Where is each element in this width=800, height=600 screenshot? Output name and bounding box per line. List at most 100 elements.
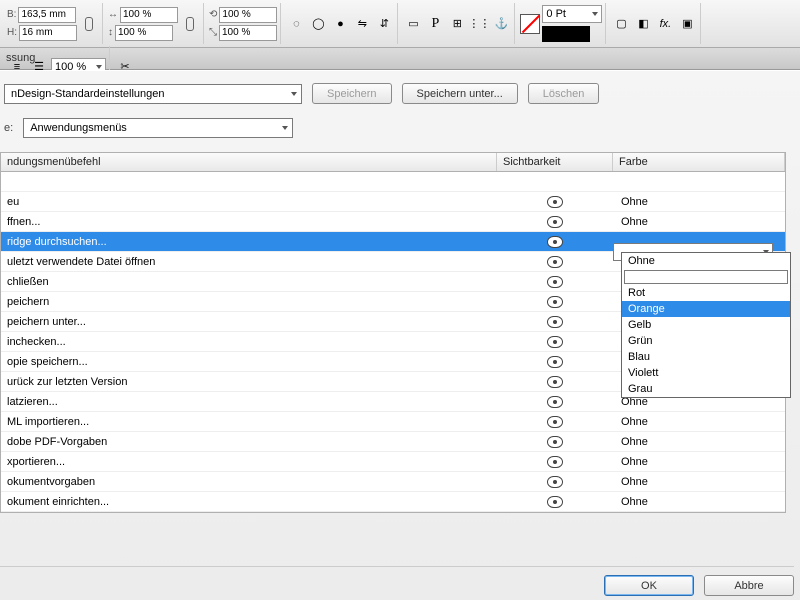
eye-icon[interactable]: [547, 496, 563, 508]
visibility-cell[interactable]: [497, 296, 613, 308]
col-color[interactable]: Farbe: [613, 153, 785, 171]
eye-icon[interactable]: [547, 396, 563, 408]
visibility-cell[interactable]: [497, 436, 613, 448]
color-cell[interactable]: Ohne: [613, 196, 785, 208]
table-row[interactable]: ffnen...Ohne: [1, 212, 785, 232]
col-command[interactable]: ndungsmenübefehl: [1, 153, 497, 171]
eye-icon[interactable]: [547, 276, 563, 288]
flip-v-icon[interactable]: ⇵: [374, 14, 394, 34]
scale2-x-field[interactable]: [219, 7, 277, 23]
color-cell[interactable]: Ohne: [613, 436, 785, 448]
select-content-icon[interactable]: ▭: [403, 14, 423, 34]
visibility-cell[interactable]: [497, 236, 613, 248]
table-body: euOhneffnen...Ohneridge durchsuchen...Oh…: [1, 172, 785, 512]
shape-circle-icon[interactable]: ●: [330, 14, 350, 34]
color-option[interactable]: Orange: [622, 301, 790, 317]
eye-icon[interactable]: [547, 256, 563, 268]
drop-shadow-icon[interactable]: ▣: [677, 14, 697, 34]
color-option[interactable]: Rot: [622, 285, 790, 301]
anchor-icon[interactable]: ⚓: [491, 14, 511, 34]
visibility-cell[interactable]: [497, 336, 613, 348]
width-label: B:: [7, 9, 16, 20]
command-cell: urück zur letzten Version: [1, 376, 497, 388]
eye-icon[interactable]: [547, 196, 563, 208]
eye-icon[interactable]: [547, 316, 563, 328]
visibility-cell[interactable]: [497, 476, 613, 488]
color-option[interactable]: Blau: [622, 349, 790, 365]
stroke-style-swatch[interactable]: [542, 26, 590, 42]
align-icon[interactable]: ⊞: [447, 14, 467, 34]
table-row[interactable]: okumentvorgabenOhne: [1, 472, 785, 492]
distribute-icon[interactable]: ⋮⋮: [469, 14, 489, 34]
table-row[interactable]: okument einrichten...Ohne: [1, 492, 785, 512]
fx-icon[interactable]: fx.: [655, 14, 675, 34]
color-cell[interactable]: Ohne: [613, 456, 785, 468]
eye-icon[interactable]: [547, 356, 563, 368]
color-option[interactable]: Grau: [622, 381, 790, 397]
color-cell[interactable]: Ohne: [613, 496, 785, 508]
color-option[interactable]: Violett: [622, 365, 790, 381]
eye-icon[interactable]: [547, 456, 563, 468]
visibility-cell[interactable]: [497, 416, 613, 428]
eye-icon[interactable]: [547, 336, 563, 348]
text-wrap-icon[interactable]: P: [425, 14, 445, 34]
app-toolbar: B: H: ↔ ↕ ⟲ ⤡ ◌ ◯ ● ⇋ ⇵ ▭ P ⊞ ⋮⋮ ⚓ 0: [0, 0, 800, 48]
tool-a-icon[interactable]: ▢: [611, 14, 631, 34]
color-cell[interactable]: Ohne: [613, 216, 785, 228]
shape-circle-dashed-icon[interactable]: ◯: [308, 14, 328, 34]
stroke-weight-field[interactable]: 0 Pt: [542, 5, 602, 23]
visibility-cell[interactable]: [497, 456, 613, 468]
table-row[interactable]: dobe PDF-VorgabenOhne: [1, 432, 785, 452]
eye-icon[interactable]: [547, 376, 563, 388]
save-as-button[interactable]: Speichern unter...: [402, 83, 518, 104]
visibility-cell[interactable]: [497, 196, 613, 208]
color-option[interactable]: Gelb: [622, 317, 790, 333]
col-visibility[interactable]: Sichtbarkeit: [497, 153, 613, 171]
visibility-cell[interactable]: [497, 396, 613, 408]
color-option[interactable]: [622, 269, 790, 285]
scale-y-field[interactable]: [115, 25, 173, 41]
visibility-cell[interactable]: [497, 316, 613, 328]
eye-icon[interactable]: [547, 236, 563, 248]
cancel-button[interactable]: Abbre: [704, 575, 794, 596]
visibility-cell[interactable]: [497, 256, 613, 268]
link-scale-icon[interactable]: [180, 14, 200, 34]
fill-none-swatch[interactable]: [520, 14, 540, 34]
eye-icon[interactable]: [547, 416, 563, 428]
color-option[interactable]: Ohne: [622, 253, 790, 269]
eye-icon[interactable]: [547, 476, 563, 488]
color-cell[interactable]: Ohne: [613, 476, 785, 488]
ok-button[interactable]: OK: [604, 575, 694, 596]
table-row[interactable]: ridge durchsuchen...Ohne: [1, 232, 785, 252]
scale-x-field[interactable]: [120, 7, 178, 23]
eye-icon[interactable]: [547, 296, 563, 308]
visibility-cell[interactable]: [497, 276, 613, 288]
eye-icon[interactable]: [547, 436, 563, 448]
width-field[interactable]: [18, 7, 76, 23]
height-field[interactable]: [19, 25, 77, 41]
category-select[interactable]: Anwendungsmenüs: [23, 118, 293, 138]
delete-button[interactable]: Löschen: [528, 83, 600, 104]
preset-select[interactable]: nDesign-Standardeinstellungen: [4, 84, 302, 104]
table-row[interactable]: xportieren...Ohne: [1, 452, 785, 472]
visibility-cell[interactable]: [497, 356, 613, 368]
command-cell: chließen: [1, 276, 497, 288]
visibility-cell[interactable]: [497, 216, 613, 228]
eye-icon[interactable]: [547, 216, 563, 228]
height-label: H:: [7, 27, 17, 38]
tool-b-icon[interactable]: ◧: [633, 14, 653, 34]
scale2-y-field[interactable]: [219, 25, 277, 41]
table-row[interactable]: [1, 172, 785, 192]
color-option[interactable]: Grün: [622, 333, 790, 349]
color-cell[interactable]: Ohne: [613, 416, 785, 428]
color-dropdown[interactable]: Ohne RotOrangeGelbGrünBlauViolettGrau: [621, 252, 791, 398]
table-row[interactable]: euOhne: [1, 192, 785, 212]
visibility-cell[interactable]: [497, 376, 613, 388]
shape-circle-dotted-icon[interactable]: ◌: [286, 14, 306, 34]
table-row[interactable]: ML importieren...Ohne: [1, 412, 785, 432]
link-dimensions-icon[interactable]: [79, 14, 99, 34]
save-button[interactable]: Speichern: [312, 83, 392, 104]
flip-h-icon[interactable]: ⇋: [352, 14, 372, 34]
color-custom-input[interactable]: [624, 270, 788, 284]
visibility-cell[interactable]: [497, 496, 613, 508]
